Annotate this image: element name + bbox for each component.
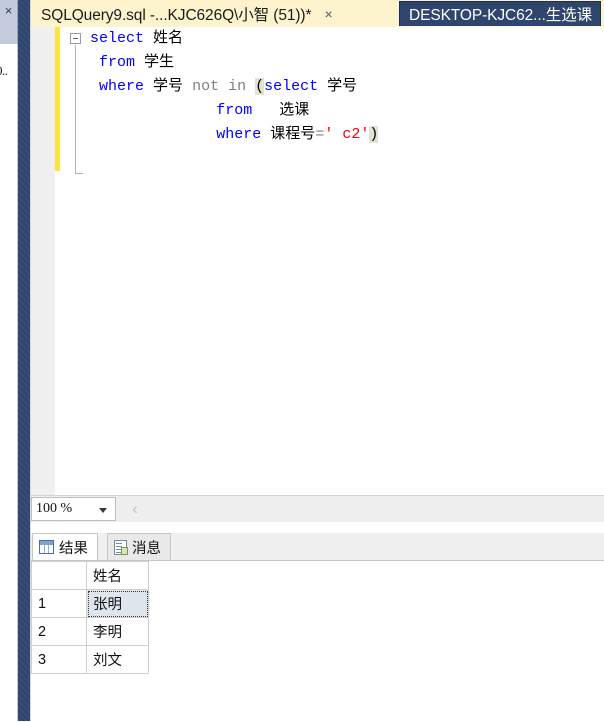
row-filler <box>148 645 269 674</box>
left-dock-strip: × 0.. <box>0 0 31 721</box>
header-filler <box>148 561 269 590</box>
vertical-navy-divider <box>18 0 31 721</box>
code-token: not in <box>192 78 256 95</box>
outlining-collapse-icon[interactable] <box>70 33 81 44</box>
sql-editor-pane[interactable]: select 姓名 from 学生 where 学号 not in (select … <box>31 27 604 495</box>
code-line: from 学生 <box>60 51 604 75</box>
tab-results[interactable]: 结果 <box>32 533 98 560</box>
row-filler <box>148 589 269 618</box>
table-row[interactable]: 1 张明 <box>31 589 269 618</box>
table-cell[interactable]: 李明 <box>86 617 149 646</box>
navigate-back-icon[interactable]: ‹ <box>126 499 144 519</box>
outlining-guide-line <box>75 45 76 174</box>
tab-sqlquery9-label: SQLQuery9.sql -...KJC626Q\小智 (51))* <box>41 6 312 24</box>
code-token: = <box>315 126 325 143</box>
code-line: select 姓名 <box>60 27 604 51</box>
code-token: select <box>264 78 319 95</box>
close-icon[interactable]: × <box>0 2 17 20</box>
code-token: from <box>99 54 136 71</box>
code-token: 学号 <box>153 78 184 95</box>
zoom-level-dropdown[interactable]: 100 % <box>31 497 116 521</box>
results-tab-strip: 结果 消息 <box>31 533 604 560</box>
table-header-row: 姓名 <box>31 561 269 590</box>
tab-desktop-kjc62[interactable]: DESKTOP-KJC62...生选课 <box>399 1 601 26</box>
code-line: where 学号 not in (select 学号 <box>60 75 604 99</box>
row-filler <box>148 617 269 646</box>
tab-results-label: 结果 <box>59 540 88 557</box>
code-token: 学号 <box>327 78 358 95</box>
tab-messages[interactable]: 消息 <box>107 533 171 560</box>
tab-messages-label: 消息 <box>132 540 161 557</box>
grid-icon <box>39 540 54 554</box>
code-token: from <box>216 102 253 119</box>
code-token: 课程号 <box>270 126 316 143</box>
sql-code-text[interactable]: select 姓名 from 学生 where 学号 not in (select … <box>60 27 604 495</box>
tab-desktop-kjc62-label: DESKTOP-KJC62...生选课 <box>409 7 592 24</box>
code-line: from 选课 <box>60 99 604 123</box>
message-icon <box>114 539 128 555</box>
table-row[interactable]: 3 刘文 <box>31 645 269 674</box>
row-number-cell[interactable]: 3 <box>31 645 87 674</box>
results-table-head: 姓名 <box>31 561 269 590</box>
code-token: 学生 <box>144 54 175 71</box>
code-token: ) <box>369 126 379 143</box>
code-token: where <box>99 78 145 95</box>
code-token: select <box>90 30 145 47</box>
code-token: ' c2' <box>324 126 370 143</box>
tab-sqlquery9[interactable]: SQLQuery9.sql -...KJC626Q\小智 (51))* × <box>31 0 339 27</box>
clipped-label: 0.. <box>0 63 8 78</box>
results-table-body: 1 张明 2 李明 3 刘文 <box>31 589 269 674</box>
outlining-guide-foot <box>75 173 83 174</box>
code-line: where 课程号=' c2') <box>60 123 604 147</box>
tab-close-icon[interactable]: × <box>324 6 332 22</box>
editor-status-bar: 100 % ‹ <box>31 495 604 522</box>
table-cell[interactable]: 张明 <box>86 589 149 618</box>
results-grid-pane[interactable]: 姓名 1 张明 2 李明 3 刘文 <box>31 560 604 722</box>
table-row[interactable]: 2 李明 <box>31 617 269 646</box>
document-tab-strip: SQLQuery9.sql -...KJC626Q\小智 (51))* × DE… <box>31 0 604 27</box>
zoom-level-value: 100 % <box>36 501 73 516</box>
column-header-xingming[interactable]: 姓名 <box>86 561 149 590</box>
code-token: 姓名 <box>153 30 184 47</box>
code-token: ( <box>255 78 265 95</box>
row-number-cell[interactable]: 1 <box>31 589 87 618</box>
row-number-cell[interactable]: 2 <box>31 617 87 646</box>
code-token: 选课 <box>279 102 310 119</box>
chevron-down-icon <box>99 508 107 513</box>
left-dock-panel-body <box>0 44 18 721</box>
editor-indicator-margin[interactable] <box>31 27 55 495</box>
results-table: 姓名 1 张明 2 李明 3 刘文 <box>31 561 269 674</box>
code-token: where <box>216 126 262 143</box>
row-number-header <box>31 561 87 590</box>
table-cell[interactable]: 刘文 <box>86 645 149 674</box>
